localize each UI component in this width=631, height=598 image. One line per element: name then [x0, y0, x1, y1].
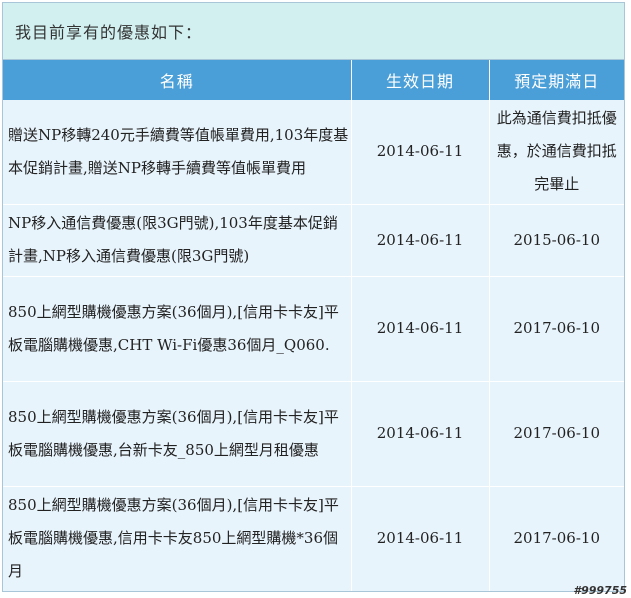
column-header-start-date: 生效日期 [351, 60, 490, 100]
start-date-cell: 2014-06-11 [351, 381, 490, 487]
start-date-cell: 2014-06-11 [351, 100, 490, 205]
watermark: #999755 [573, 584, 627, 597]
discount-panel: 我目前享有的優惠如下： 名稱 生效日期 預定期滿日 贈送NP移轉240元手續費等… [2, 2, 625, 592]
table-row: NP移入通信費優惠(限3G門號),103年度基本促銷計畫,NP移入通信費優惠(限… [3, 204, 624, 277]
discount-name-cell: 贈送NP移轉240元手續費等值帳單費用,103年度基本促銷計畫,贈送NP移轉手續… [3, 100, 352, 205]
start-date-cell: 2014-06-11 [351, 204, 490, 277]
table-row: 850上網型購機優惠方案(36個月),[信用卡卡友]平板電腦購機優惠,信用卡卡友… [3, 486, 624, 591]
table-row: 850上網型購機優惠方案(36個月),[信用卡卡友]平板電腦購機優惠,台新卡友_… [3, 381, 624, 487]
discount-name-cell: 850上網型購機優惠方案(36個月),[信用卡卡友]平板電腦購機優惠,CHT W… [3, 276, 352, 382]
column-header-end-date: 預定期滿日 [489, 60, 624, 100]
column-header-name: 名稱 [3, 60, 352, 100]
table-row: 850上網型購機優惠方案(36個月),[信用卡卡友]平板電腦購機優惠,CHT W… [3, 276, 624, 382]
discount-name-cell: NP移入通信費優惠(限3G門號),103年度基本促銷計畫,NP移入通信費優惠(限… [3, 204, 352, 277]
start-date-cell: 2014-06-11 [351, 276, 490, 382]
end-date-cell: 2017-06-10 [489, 381, 624, 487]
discount-name-cell: 850上網型購機優惠方案(36個月),[信用卡卡友]平板電腦購機優惠,信用卡卡友… [3, 486, 352, 591]
panel-title: 我目前享有的優惠如下： [3, 3, 624, 60]
end-date-cell: 此為通信費扣抵優惠，於通信費扣抵完畢止 [489, 100, 624, 205]
end-date-cell: 2015-06-10 [489, 204, 624, 277]
end-date-cell: 2017-06-10 [489, 276, 624, 382]
table-header-row: 名稱 生效日期 預定期滿日 [3, 60, 624, 100]
discount-name-cell: 850上網型購機優惠方案(36個月),[信用卡卡友]平板電腦購機優惠,台新卡友_… [3, 381, 352, 487]
start-date-cell: 2014-06-11 [351, 486, 490, 591]
table-row: 贈送NP移轉240元手續費等值帳單費用,103年度基本促銷計畫,贈送NP移轉手續… [3, 100, 624, 205]
end-date-cell: 2017-06-10 [489, 486, 624, 591]
discount-table: 名稱 生效日期 預定期滿日 贈送NP移轉240元手續費等值帳單費用,103年度基… [3, 60, 624, 591]
